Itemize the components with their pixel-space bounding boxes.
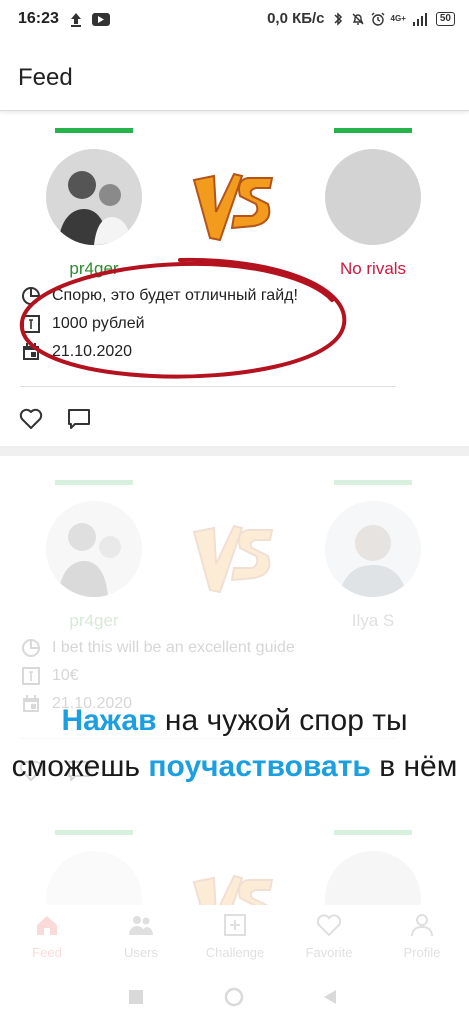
user-photo-icon (325, 501, 421, 597)
divider (20, 386, 396, 387)
heart-icon (316, 914, 342, 937)
accent-bar (55, 128, 133, 133)
heart-icon[interactable] (18, 406, 44, 432)
user-photo-icon (46, 149, 142, 245)
right-participant[interactable]: Ilya S (303, 480, 443, 631)
avatar-placeholder[interactable] (325, 149, 421, 245)
caption-line-2: сможешь поучаствовать в нём (0, 744, 469, 790)
add-box-icon (224, 914, 246, 936)
username[interactable]: pr4ger (24, 611, 164, 631)
avatar[interactable] (46, 149, 142, 245)
recent-apps-icon[interactable] (128, 989, 144, 1005)
avatar-placeholder[interactable] (325, 851, 421, 905)
challenge-amount: 10€ (52, 667, 79, 684)
mute-bell-icon (352, 13, 364, 25)
bluetooth-icon (334, 11, 342, 26)
left-participant[interactable]: pr4ger (24, 480, 164, 631)
challenge-card[interactable] (0, 830, 469, 905)
card-separator (0, 446, 469, 456)
status-right: 0,0 КБ/с 4G+ 50 (267, 10, 455, 27)
net-speed: 0,0 КБ/с (267, 10, 325, 27)
challenge-description: I bet this will be an excellent guide (52, 639, 295, 656)
nav-profile[interactable]: Profile (375, 911, 469, 960)
caption-highlight: Нажав (61, 704, 157, 737)
nav-favorite[interactable]: Favorite (282, 911, 376, 960)
accent-bar (334, 128, 412, 133)
nav-label: Users (124, 945, 158, 960)
nav-label: Feed (32, 945, 62, 960)
avatar[interactable] (46, 501, 142, 597)
network-type: 4G+ (390, 13, 406, 23)
status-bar: 16:23 0,0 КБ/с 4G+ 50 (0, 0, 469, 40)
right-participant[interactable] (303, 830, 443, 905)
left-participant[interactable] (24, 830, 164, 905)
annotation-ellipse (19, 257, 347, 379)
users-icon (129, 916, 153, 935)
home-button-icon[interactable] (224, 987, 244, 1007)
upload-icon (71, 13, 110, 27)
accent-bar (55, 480, 133, 485)
username[interactable]: Ilya S (303, 611, 443, 631)
accent-bar (334, 830, 412, 835)
accent-bar (55, 830, 133, 835)
nav-label: Favorite (305, 945, 353, 960)
system-navigation (0, 975, 469, 1024)
signal-icon (412, 12, 427, 26)
card-actions (18, 406, 92, 432)
nav-label: Challenge (205, 945, 265, 960)
bottom-navigation: Feed Users Challenge Favorite Profile (0, 905, 469, 975)
person-icon (411, 914, 433, 937)
tutorial-caption: Нажав на чужой спор ты сможешь поучаство… (0, 698, 469, 790)
vs-icon (192, 524, 274, 594)
caption-text: сможешь (11, 750, 149, 783)
avatar[interactable] (46, 851, 142, 905)
caption-highlight: поучаствовать (148, 750, 371, 783)
target-icon (22, 639, 40, 657)
money-icon (22, 667, 40, 685)
vs-icon (192, 874, 274, 905)
nav-users[interactable]: Users (94, 911, 188, 960)
nav-challenge[interactable]: Challenge (188, 911, 282, 960)
vs-icon (192, 172, 274, 242)
app-bar: Feed (0, 40, 469, 111)
home-icon (37, 916, 57, 935)
back-icon[interactable] (322, 989, 338, 1005)
battery-icon: 50 (435, 11, 455, 26)
accent-bar (334, 480, 412, 485)
nav-feed[interactable]: Feed (0, 911, 94, 960)
caption-text: в нём (370, 750, 458, 783)
nav-label: Profile (403, 945, 441, 960)
status-notification-icons (70, 11, 116, 32)
description-row: I bet this will be an excellent guide (20, 634, 295, 662)
alarm-icon (371, 12, 385, 26)
avatar[interactable] (325, 501, 421, 597)
caption-text: на чужой спор ты (156, 704, 408, 737)
status-time: 16:23 (18, 10, 59, 27)
caption-line-1: Нажав на чужой спор ты (0, 698, 469, 744)
user-photo-icon (46, 501, 142, 597)
comment-icon[interactable] (66, 406, 92, 432)
amount-row: 10€ (20, 662, 295, 690)
page-title: Feed (18, 64, 73, 91)
